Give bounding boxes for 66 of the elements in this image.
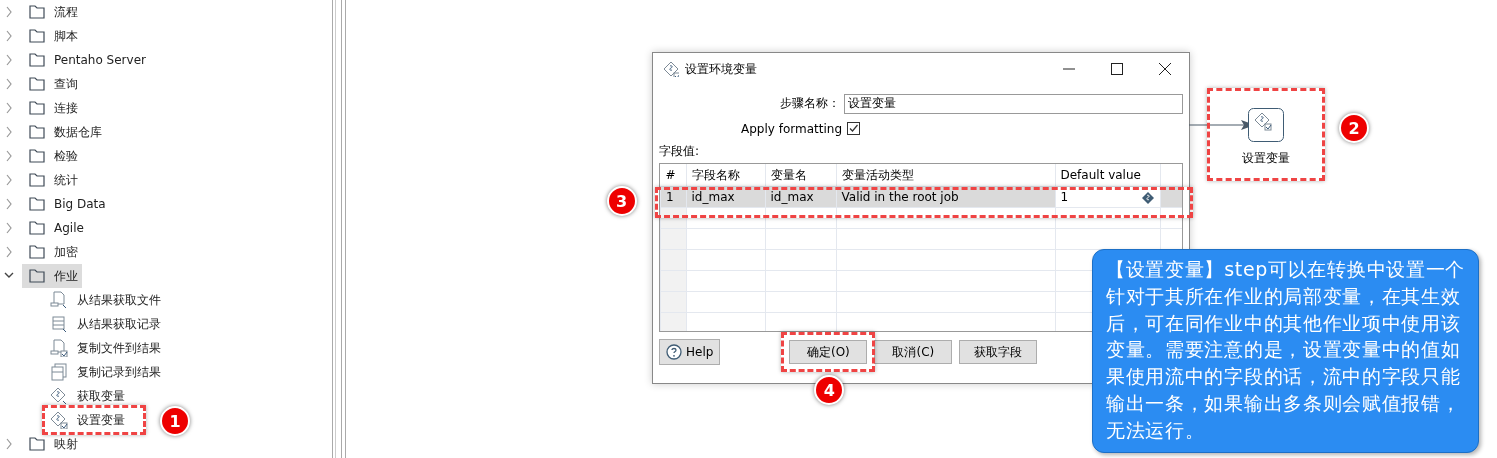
ok-button[interactable]: 确定(O) [789,340,868,364]
folder-icon [29,220,45,236]
folder-icon [29,76,45,92]
tree-folder[interactable]: 连接 [22,96,82,120]
tree-folder[interactable]: 映射 [22,432,82,456]
step-label: 设置变量 [1242,150,1290,167]
diamond-icon [50,387,68,405]
field-label: 步骤名称： [778,95,841,112]
step-name-field[interactable]: 设置变量 [843,93,1183,114]
step-badge: 2 [1339,113,1369,143]
checked-checkbox[interactable] [847,122,860,135]
callout-note: 【设置变量】step可以在转换中设置一个针对于其所在作业的局部变量，在其生效后，可在同作业中的其他作业项中使用该变量。需要注意的是，设置变量中的值如果使用流中的字段的话，流中的字段只能输出一条，如果输出多条则会赋值报错，无法运行。 [1092,249,1479,453]
maximize-icon[interactable] [1111,63,1123,75]
tree-item[interactable]: 设置变量 [50,408,125,432]
folder-icon [29,196,45,212]
tree-folder[interactable]: 数据仓库 [22,120,106,144]
tree-folder[interactable]: Pentaho Server [22,48,150,72]
folder-icon [29,244,45,260]
tree-folder[interactable]: 脚本 [22,24,82,48]
tree-item[interactable]: 从结果获取记录 [50,312,161,336]
table-cell: 1 [660,186,686,208]
table-cell: id_max [765,186,836,208]
table-cell: Valid in the root job [836,186,1055,208]
window-title: 设置环境变量 [685,60,758,78]
folder-icon [29,436,45,452]
tree-folder[interactable]: 查询 [22,72,82,96]
section-label: 字段值: [659,143,701,160]
stacked-pages-icon [50,363,68,381]
tree-folder[interactable]: Big Data [22,192,110,216]
document-icon [50,291,68,309]
document-check-icon [50,339,68,357]
tree-folder[interactable]: 加密 [22,240,82,264]
tree-folder[interactable]: 统计 [22,168,82,192]
folder-icon [29,52,45,68]
tree-item[interactable]: 从结果获取文件 [50,288,161,312]
cancel-button[interactable]: 取消(C) [874,340,953,364]
tree-folder[interactable]: 检验 [22,144,82,168]
checkbox-label: Apply formatting [740,121,843,136]
folder-icon [29,100,45,116]
folder-icon [29,172,45,188]
splitter-handle[interactable] [332,0,342,458]
step-badge: 1 [160,406,190,436]
diamond-check-icon [50,411,68,429]
tree-item[interactable]: 复制记录到结果 [50,360,161,384]
tree-folder[interactable]: Agile [22,216,88,240]
help-button[interactable]: Help [659,339,721,365]
folder-icon [29,4,45,20]
folder-icon [29,148,45,164]
step-badge: 4 [814,375,845,405]
tree-item[interactable]: 获取变量 [50,384,125,408]
variable-icon [1141,192,1154,204]
value-field[interactable]: 1 [1055,186,1160,208]
tree-item[interactable]: 复制文件到结果 [50,336,161,360]
tree-folder[interactable]: 作业 [22,264,82,288]
get-fields-button[interactable]: 获取字段 [959,340,1038,364]
close-icon[interactable] [1159,63,1171,75]
table-cell: id_max [686,186,765,208]
step-badge: 3 [606,186,637,216]
folder-icon [29,124,45,140]
diamond-check-icon [663,61,679,77]
folder-icon [29,28,45,44]
step-icon[interactable] [1248,108,1284,142]
help-icon [666,344,682,360]
record-icon [50,315,68,333]
tree-folder[interactable]: 流程 [22,0,82,24]
folder-icon [29,268,45,284]
